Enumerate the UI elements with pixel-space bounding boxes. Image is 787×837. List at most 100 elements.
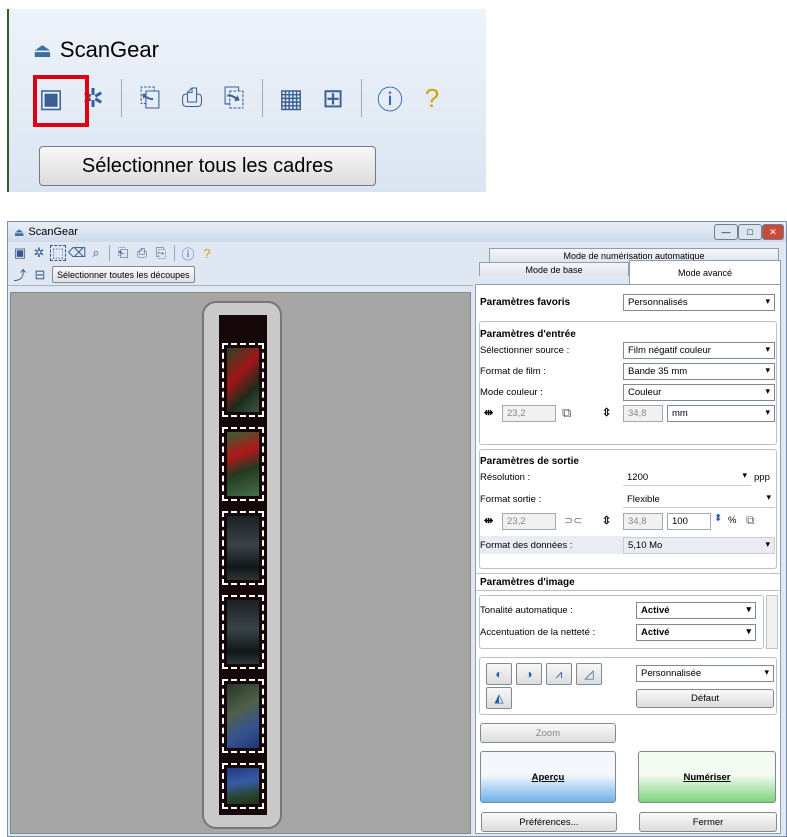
resolution-label: Résolution : [480,471,531,483]
scanner-icon: ⏏ [14,226,25,239]
output-size-settings-icon[interactable]: ⧉ [746,513,755,528]
info-icon[interactable]: ⓘ [372,80,408,116]
film-frame-2[interactable] [222,427,264,501]
input-width-field[interactable]: 23,2 [502,405,556,422]
tone-curve-icon[interactable]: ◿ [576,663,602,685]
film-preview-area[interactable] [10,292,471,834]
source-select[interactable]: Film négatif couleur [623,342,775,359]
color-mode-label: Mode couleur : [480,386,543,398]
eraser-icon[interactable]: ⌫ [68,245,86,261]
preview-button[interactable]: Aperçu [480,751,616,803]
output-height-field[interactable]: 34,8 [623,513,663,530]
thumbnail-icon[interactable]: ✲ [31,245,47,261]
tab-advanced-mode[interactable]: Mode avancé [629,260,781,284]
width-icon: ⇹ [484,407,494,419]
film-format-label: Format de film : [480,365,546,377]
rotate-icon[interactable]: ⎙ [174,80,210,116]
crop-frame-icon[interactable]: ⊟ [32,267,48,283]
rotate-right-icon[interactable]: ⎘ [216,80,252,116]
zoomed-title: ⏏ ScanGear [33,37,159,63]
window-title: ScanGear [28,226,78,238]
crop-icon[interactable]: ⬚ [50,245,66,261]
rotate-left-icon[interactable]: ⎗ [132,80,168,116]
resolution-select[interactable]: 1200 [623,469,751,486]
help-icon[interactable]: ? [199,245,215,261]
favorites-label: Paramètres favoris [480,296,571,308]
film-frame-3[interactable] [222,511,264,585]
width-icon: ⇹ [484,515,494,527]
film-format-select[interactable]: Bande 35 mm [623,363,775,380]
minimize-button[interactable]: — [714,224,738,240]
close-window-button[interactable]: ✕ [762,224,784,240]
scan-button[interactable]: Numériser [638,751,776,803]
input-height-field[interactable]: 34,8 [623,405,663,422]
default-button[interactable]: Défaut [636,689,774,708]
advanced-mode-panel: Paramètres favoris Personnalisés Paramèt… [475,284,781,834]
percent-label: % [728,515,737,526]
toolbar-separator [174,245,175,261]
crop-rotate-icon[interactable]: ⤴ [12,267,28,283]
tab-basic-mode[interactable]: Mode de base [479,262,629,276]
auto-tone-label: Tonalité automatique : [480,604,573,616]
image-settings-scrollbar[interactable] [766,595,778,649]
sharpen-select[interactable]: Activé [636,624,756,641]
zoomed-toolbar-callout: ⏏ ScanGear ▣ ✲ ⎗ ⎙ ⎘ ▦ ⊞ ⓘ ? Sélectionne… [7,9,486,192]
histogram-icon[interactable]: ⩘ [546,663,572,685]
color-mode-select[interactable]: Couleur [623,384,775,401]
select-frames-icon[interactable]: ▣ [12,245,28,261]
output-size-select[interactable]: Flexible [623,491,775,508]
title-bar: ⏏ ScanGear — □ ✕ [8,222,786,242]
highlight-box [33,75,89,127]
toolbar-separator [361,79,362,117]
select-all-frames-button[interactable]: Sélectionner tous les cadres [39,146,376,186]
zoom-button[interactable]: Zoom [480,723,616,743]
zoomed-app-title: ScanGear [59,37,159,62]
film-frame-1[interactable] [222,343,264,417]
rotate-icon[interactable]: ⎙ [134,245,150,261]
toolbar-separator [121,79,122,117]
film-frame-6[interactable] [222,763,264,809]
aspect-ratio-icon[interactable]: ⊃⊂ [564,514,582,527]
output-settings-heading: Paramètres de sortie [480,455,579,467]
contrast-icon[interactable]: ◑ [516,663,542,685]
rotate-left-icon[interactable]: ⎗ [115,245,131,261]
select-all-crops-button[interactable]: Sélectionner toutes les découpes [52,266,195,283]
output-width-field[interactable]: 23,2 [502,513,556,530]
preferences-button[interactable]: Préférences... [481,812,617,832]
close-button[interactable]: Fermer [639,812,777,832]
crop-toolbar: ⤴ ⊟ Sélectionner toutes les découpes [8,264,473,286]
settings-pane: Mode de numérisation automatique Mode de… [475,242,785,836]
maximize-button[interactable]: □ [738,224,762,240]
grid-icon[interactable]: ⊞ [315,80,351,116]
preview-pane: ▣ ✲ ⬚ ⌫ ⌕ ⎗ ⎙ ⎘ ⓘ ? ⤴ ⊟ Sélectionner tou… [8,242,473,836]
image-settings-heading: Paramètres d'image [480,576,575,588]
rotate-right-icon[interactable]: ⎘ [153,245,169,261]
multi-crop-icon[interactable]: ▦ [273,80,309,116]
film-frame-5[interactable] [222,679,264,753]
unit-select[interactable]: mm [667,405,775,422]
info-icon[interactable]: ⓘ [180,245,196,262]
help-icon[interactable]: ? [414,80,450,116]
source-label: Sélectionner source : [480,344,570,356]
preview-toolbar: ▣ ✲ ⬚ ⌫ ⌕ ⎗ ⎙ ⎘ ⓘ ? [8,242,473,264]
input-settings-heading: Paramètres d'entrée [480,328,576,340]
height-icon: ⇳ [602,515,612,527]
scale-spinner-icon[interactable]: ⬍ [714,513,722,524]
film-strip [219,315,267,815]
scangear-window: ⏏ ScanGear — □ ✕ ▣ ✲ ⬚ ⌫ ⌕ ⎗ ⎙ ⎘ ⓘ ? ⤴ ⊟… [7,221,787,837]
favorites-select[interactable]: Personnalisés [623,294,775,311]
data-size-label: Format des données : [480,539,573,551]
crop-guide [194,296,286,297]
film-frame-4[interactable] [222,595,264,669]
aspect-lock-icon[interactable]: ⧉ [562,405,571,421]
adjust-preset-select[interactable]: Personnalisée [636,665,774,682]
zoomed-toolbar: ▣ ✲ ⎗ ⎙ ⎘ ▦ ⊞ ⓘ ? [33,79,450,117]
scale-field[interactable]: 100 [667,513,711,530]
zoom-icon[interactable]: ⌕ [88,245,104,261]
height-icon: ⇳ [602,407,612,419]
threshold-icon[interactable]: ◭ [486,687,512,709]
toolbar-separator [262,79,263,117]
auto-tone-select[interactable]: Activé [636,602,756,619]
brightness-icon[interactable]: ◐ [486,663,512,685]
resolution-unit: ppp [754,472,770,483]
